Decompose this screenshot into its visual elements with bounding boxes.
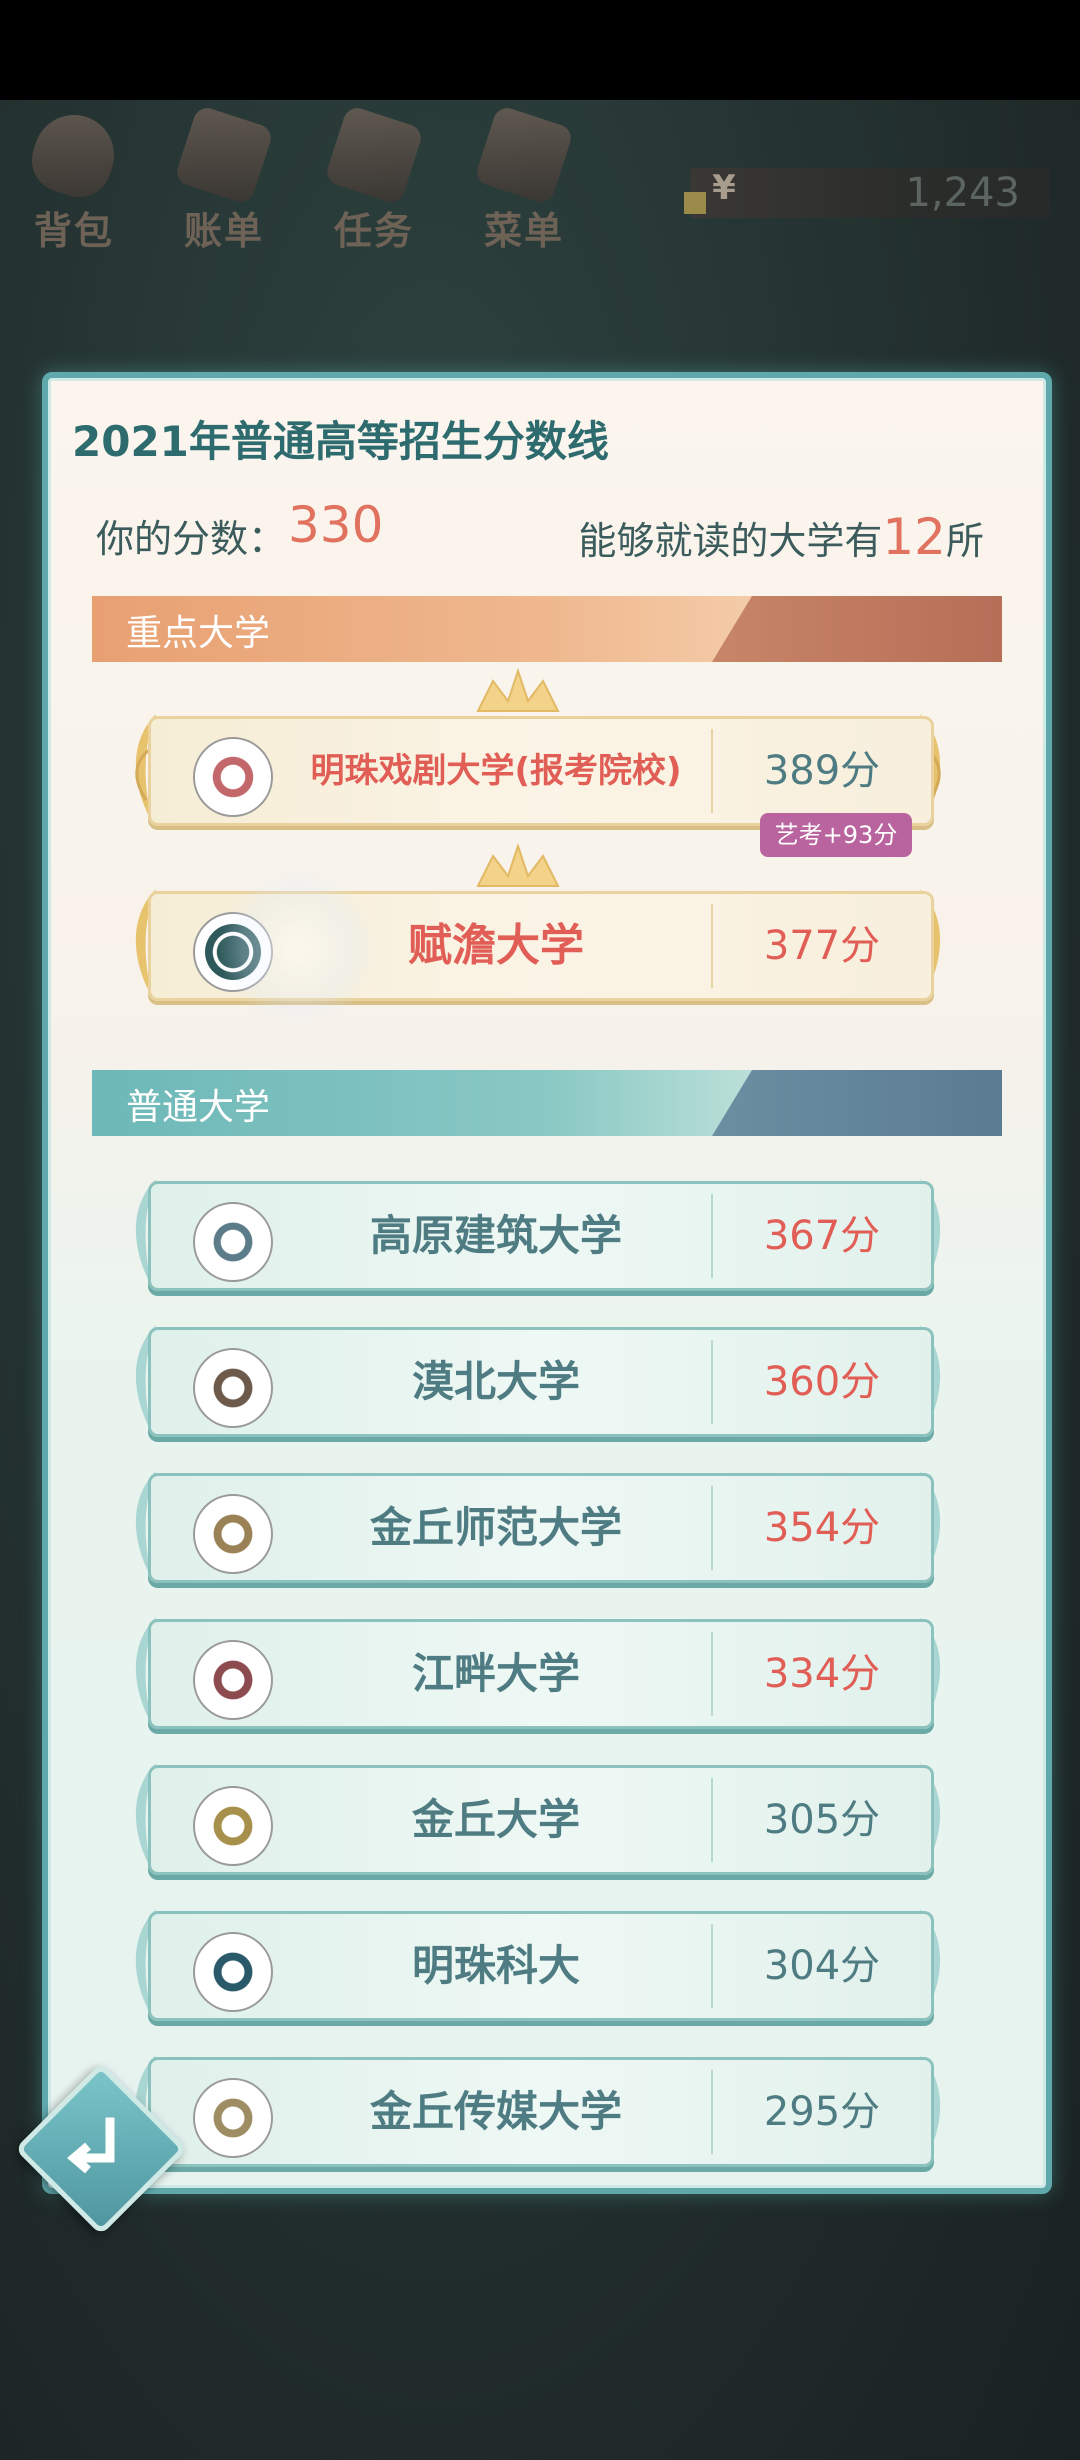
bill-label: 账单 [183,209,264,253]
crown-icon [476,842,560,887]
crown-icon [476,667,560,712]
university-logo-icon [193,737,273,817]
status-bar [0,0,1080,100]
university-row[interactable]: 金丘大学 305分 [128,1757,948,1877]
your-score-value: 330 [288,496,384,554]
university-row[interactable]: 明珠戏剧大学(报考院校) 389分 [128,667,948,828]
score-line-panel: 2021年普通高等招生分数线 你的分数： 330 能够就读的大学有12所 重点大… [42,372,1052,2194]
university-name: 江畔大学 [411,1649,580,1698]
yuan-icon: ¥ [712,168,736,208]
university-score: 389分 [763,748,881,794]
university-name: 明珠科大 [411,1941,580,1990]
menu-button[interactable]: 菜单 [454,104,594,265]
task-label: 任务 [333,209,414,253]
university-logo-icon [193,2078,273,2158]
university-score: 334分 [763,1651,881,1697]
university-name: 漠北大学 [411,1357,580,1406]
university-name: 金丘传媒大学 [369,2087,622,2136]
eligible-count-suffix: 所 [945,519,984,563]
university-score: 354分 [763,1505,881,1551]
university-card: 高原建筑大学 367分 [148,1181,934,1291]
university-score: 295分 [763,2089,881,2135]
university-row[interactable]: 金丘师范大学 354分 [128,1465,948,1585]
university-score: 304分 [763,1943,881,1989]
back-button[interactable] [14,2062,188,2236]
university-score: 305分 [763,1797,881,1843]
university-card: 金丘传媒大学 295分 [148,2057,934,2167]
currency-value: 1,243 [905,170,1020,216]
your-score-label: 你的分数： [96,517,287,561]
bill-icon [173,104,275,206]
university-name: 明珠戏剧大学(报考院校) [310,751,682,791]
university-score: 367分 [763,1213,881,1259]
sparkle-effect [218,868,378,1028]
bag-icon [23,104,125,206]
university-logo-icon [193,1640,273,1720]
eligible-count: 能够就读的大学有12所 [578,508,984,566]
currency-display: ¥ 1,243 [684,168,1050,218]
eligible-count-prefix: 能够就读的大学有 [578,519,883,563]
university-card: 金丘大学 305分 [148,1765,934,1875]
university-logo-icon [193,1348,273,1428]
panel-title: 2021年普通高等招生分数线 [72,417,609,466]
menu-icon [473,104,575,206]
university-card: 江畔大学 334分 [148,1619,934,1729]
university-card: 明珠戏剧大学(报考院校) 389分 [148,716,934,826]
menu-label: 菜单 [483,209,564,253]
bill-button[interactable]: 账单 [154,104,294,265]
university-name: 金丘大学 [411,1795,580,1844]
bag-label: 背包 [33,209,114,253]
university-row[interactable]: 漠北大学 360分 [128,1319,948,1439]
university-row[interactable]: 明珠科大 304分 [128,1903,948,2023]
university-logo-icon [193,1786,273,1866]
section-header-normal: 普通大学 [92,1070,1002,1136]
university-row[interactable]: 金丘传媒大学 295分 [128,2049,948,2169]
art-exam-bonus-badge: 艺考+93分 [760,813,912,857]
section-header-key: 重点大学 [92,596,1002,662]
university-card: 金丘师范大学 354分 [148,1473,934,1583]
back-arrow-icon [67,2117,115,2174]
task-icon [323,104,425,206]
section-label-key: 重点大学 [126,613,271,654]
university-name: 金丘师范大学 [369,1503,622,1552]
university-card: 漠北大学 360分 [148,1327,934,1437]
university-logo-icon [193,1494,273,1574]
task-button[interactable]: 任务 [304,104,444,265]
university-score: 377分 [763,923,881,969]
university-logo-icon [193,1932,273,2012]
university-row[interactable]: 高原建筑大学 367分 [128,1173,948,1293]
university-row[interactable]: 江畔大学 334分 [128,1611,948,1731]
eligible-count-value: 12 [882,508,946,566]
university-card: 明珠科大 304分 [148,1911,934,2021]
university-logo-icon [193,1202,273,1282]
section-label-normal: 普通大学 [126,1087,271,1128]
university-score: 360分 [763,1359,881,1405]
bag-button[interactable]: 背包 [4,104,144,265]
university-name: 高原建筑大学 [369,1211,622,1260]
